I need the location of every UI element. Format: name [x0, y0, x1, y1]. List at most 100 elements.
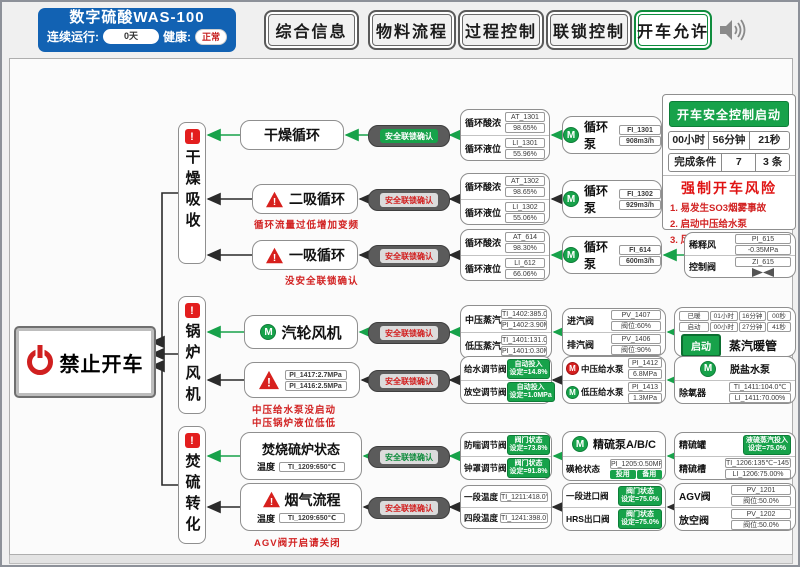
safety-confirm-pill-r1[interactable]: 安全联锁确认 — [368, 125, 450, 147]
safety-confirm-pill-r5[interactable]: 安全联锁确认 — [368, 370, 450, 392]
startup-safety-button[interactable]: 开车安全控制启动 — [669, 101, 789, 127]
risk-item: 2. 启动中压给水泵 — [670, 216, 795, 230]
nav-button-process-control[interactable]: 过程控制 — [458, 10, 544, 50]
app-window: 数字硫酸WAS-100 连续运行: 0天 健康: 正常 综合信息 物料流程 过程… — [0, 0, 800, 567]
sulfur-gun-tag: PI_1205:0.50MPa — [610, 459, 662, 469]
group-boiler-fan[interactable]: ! 锅炉风机 — [178, 296, 206, 414]
pill-label: 安全联锁确认 — [380, 249, 438, 263]
node-label: 烟气流程 — [285, 490, 341, 510]
control-valve-label: 控制阀 — [689, 260, 716, 273]
valve-icon — [751, 268, 775, 277]
alert-icon: ! — [185, 303, 200, 318]
mp-pump-tag: PI_1412 — [628, 358, 662, 368]
desalt-deaerator-box: M 脱盐水泵 除氧器 TI_1411:104.0℃LI_1411:70.00% — [674, 356, 796, 404]
warm-pipe-start-button[interactable]: 启动 — [681, 334, 721, 357]
group-dry-absorption[interactable]: ! 干燥吸收 — [178, 122, 206, 264]
lp-pump-value: 1.3MPa — [628, 393, 662, 403]
temp-value: TI_1209:650℃ — [279, 462, 345, 472]
agv-valve-position: 阀位:50.0% — [731, 496, 791, 506]
node-circulation-pump-r2[interactable]: M 循环泵 FI_1302929m3/h — [562, 180, 662, 218]
node-circulation-pump-r1[interactable]: M 循环泵 FI_1301908m3/h — [562, 116, 662, 154]
alert-icon: ! — [185, 129, 200, 144]
acid-value: 98.65% — [505, 123, 545, 133]
node-feedwater-alarm[interactable]: ! PI_1417:2.7MPaPI_1416:2.5MPa — [244, 362, 360, 398]
nav-button-overview[interactable]: 综合信息 — [264, 10, 359, 50]
pump-value: 908m3/h — [619, 136, 661, 146]
motor-icon: M — [563, 191, 579, 207]
node-turbine-fan[interactable]: M 汽轮风机 — [244, 315, 358, 349]
elapsed-time-row: 00小时 56分钟 21秒 — [668, 131, 790, 150]
motor-icon: M — [563, 127, 579, 143]
databox-circulation-r2: 循环酸浓 AT_130298.65% 循环液位 LI_130255.06% — [460, 173, 550, 225]
motor-icon: M — [700, 361, 716, 377]
warm-timer-row2: 启动00小时27分钟41秒 — [679, 322, 791, 332]
minutes: 56分钟 — [709, 132, 749, 149]
control-valve-tag: ZI_615 — [735, 257, 791, 267]
motor-icon-stopped: M — [566, 362, 579, 375]
svg-text:!: ! — [273, 252, 276, 263]
nav-button-interlock-control[interactable]: 联锁控制 — [546, 10, 632, 50]
nav-button-material-flow[interactable]: 物料流程 — [368, 10, 456, 50]
warning-icon: ! — [265, 191, 284, 208]
sulfur-tank-status: 液硫蒸汽投入设定=75.0% — [743, 435, 791, 455]
safety-confirm-pill-r7[interactable]: 安全联锁确认 — [368, 497, 450, 519]
sulfur-gun-status: 投用备用 — [610, 470, 662, 479]
level-value: 55.96% — [505, 149, 545, 159]
seconds: 21秒 — [750, 132, 789, 149]
deaerator-level: LI_1411:70.00% — [729, 393, 791, 403]
nav-button-start-permit[interactable]: 开车允许 — [634, 10, 712, 50]
warning-icon: ! — [262, 491, 281, 508]
safety-confirm-pill-r2[interactable]: 安全联锁确认 — [368, 189, 450, 211]
pump-label: 循环泵 — [584, 118, 614, 152]
node-second-absorption[interactable]: ! 二吸循环 — [252, 184, 358, 214]
warning-icon: ! — [265, 247, 284, 264]
safety-confirm-pill-r3[interactable]: 安全联锁确认 — [368, 245, 450, 267]
speaker-icon[interactable] — [718, 17, 746, 48]
node-dry-circulation[interactable]: 干燥循环 — [240, 120, 344, 150]
risk-title: 强制开车风险 — [663, 175, 795, 198]
hrs-outlet-valve-status: 阀门状态设定=75.0% — [618, 509, 662, 529]
mp-pump-value: 6.8MPa — [628, 369, 662, 379]
level-value: 55.06% — [505, 213, 545, 223]
lp-steam-label: 低压蒸汽 — [465, 339, 501, 352]
pump-value: 929m3/h — [619, 200, 661, 210]
svg-text:!: ! — [269, 497, 272, 508]
stage1-temp-label: 一段温度 — [464, 491, 498, 503]
safety-confirm-pill-r6[interactable]: 安全联锁确认 — [368, 446, 450, 468]
level-value: 66.06% — [505, 269, 545, 279]
feedwater-valves-box: 给水调节阀 自动投入设定=14.8% 放空调节阀 自动投入设定=1.0MPa — [460, 356, 552, 404]
dilution-air-box: 稀释风 PI_615-0.35MPa 控制阀 ZI_615 — [684, 232, 796, 278]
agv-valve-tag: PV_1201 — [731, 485, 791, 495]
lp-pump-tag: PI_1413 — [628, 382, 662, 392]
node-sulfur-furnace-status[interactable]: 焚烧硫炉状态 温度 TI_1209:650℃ — [240, 432, 362, 480]
motor-icon: M — [572, 436, 588, 452]
pump-tag: FI_614 — [619, 245, 661, 255]
safety-confirm-pill-r4[interactable]: 安全联锁确认 — [368, 322, 450, 344]
level-tag: LI_1301 — [505, 138, 545, 148]
alert-icon: ! — [185, 433, 200, 448]
dilution-air-label: 稀释风 — [689, 238, 716, 251]
forbid-start-button[interactable]: 禁止开车 — [16, 328, 154, 396]
node-flue-gas-flow[interactable]: ! 烟气流程 温度 TI_1209:650℃ — [240, 483, 362, 531]
node-first-absorption[interactable]: ! 一吸循环 — [252, 240, 358, 270]
lp-steam-temp: TI_1401:131.0℃ — [501, 335, 547, 345]
outlet-valve-tag: PV_1406 — [611, 334, 661, 344]
temp-value: TI_1209:650℃ — [279, 513, 345, 523]
feedwater-valve-status: 自动投入设定=14.8% — [507, 359, 551, 379]
condition-total: 3 条 — [756, 154, 789, 171]
inlet-valve-label: 进汽阀 — [567, 314, 594, 327]
deaerator-label: 除氧器 — [679, 386, 706, 399]
group-sulfur-conversion[interactable]: ! 焚硫转化 — [178, 426, 206, 544]
alarm-note: AGV阀开启请关闭 — [254, 535, 341, 549]
node-circulation-pump-r3[interactable]: M 循环泵 FI_614600m3/h — [562, 236, 662, 274]
outlet-valve-label: 排汽阀 — [567, 338, 594, 351]
furnace-valves-box: 防喘调节阀 阀门状态设定=73.8% 钟罩调节阀 阀门状态设定=91.8% — [460, 432, 552, 480]
anti-surge-valve-label: 防喘调节阀 — [464, 439, 507, 451]
databox-circulation-r1: 循环酸浓 AT_130198.65% 循环液位 LI_130155.96% — [460, 109, 550, 161]
inlet-valve-position: 阀位:60% — [611, 321, 661, 331]
stage1-inlet-valve-status: 阀门状态设定=75.0% — [618, 486, 662, 506]
stage1-temp-value: TI_1211:418.0℃ — [500, 492, 548, 502]
health-label: 健康: — [163, 28, 191, 45]
deaerator-temp: TI_1411:104.0℃ — [729, 382, 791, 392]
pill-label: 安全联锁确认 — [380, 129, 438, 143]
